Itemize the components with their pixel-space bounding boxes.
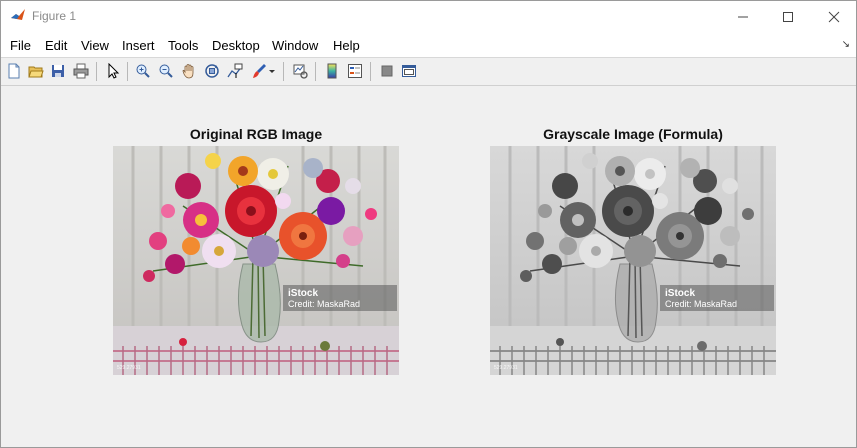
- colorbar-icon[interactable]: [322, 61, 342, 81]
- zoom-in-icon[interactable]: [133, 61, 153, 81]
- menu-help[interactable]: Help: [333, 38, 360, 53]
- watermark-id: 529.27931: [494, 365, 518, 371]
- figure-window: Figure 1 File Edit View Insert Tools Des…: [0, 0, 857, 448]
- plot-title-grayscale: Grayscale Image (Formula): [543, 126, 723, 142]
- link-plot-icon[interactable]: [291, 61, 311, 81]
- close-button[interactable]: [811, 1, 857, 32]
- flower-photo-color: [113, 146, 399, 375]
- watermark-credit: Credit: MaskaRad: [288, 299, 361, 309]
- plot-title-original: Original RGB Image: [189, 126, 323, 142]
- brush-icon[interactable]: [249, 61, 269, 81]
- brush-dropdown-icon[interactable]: [267, 61, 277, 81]
- menu-tools[interactable]: Tools: [168, 38, 198, 53]
- save-icon[interactable]: [48, 61, 68, 81]
- menu-edit[interactable]: Edit: [45, 38, 67, 53]
- watermark-id: 529.27931: [117, 365, 141, 371]
- watermark-brand: iStock: [288, 288, 319, 299]
- toolbar: [1, 57, 856, 86]
- legend-icon[interactable]: [345, 61, 365, 81]
- flower-photo-gray: [490, 146, 776, 375]
- original-rgb-image[interactable]: iStock Credit: MaskaRad 529.27931: [113, 146, 399, 375]
- grayscale-image[interactable]: iStock Credit: MaskaRad 529.27931: [490, 146, 776, 375]
- toolbar-separator: [315, 62, 316, 81]
- menu-dock-arrow-icon[interactable]: ↘: [842, 39, 850, 50]
- minimize-button[interactable]: [720, 1, 766, 32]
- print-icon[interactable]: [71, 61, 91, 81]
- window-title: Figure 1: [32, 9, 77, 23]
- matlab-icon: [10, 8, 26, 24]
- toolbar-separator: [370, 62, 371, 81]
- pan-icon[interactable]: [179, 61, 199, 81]
- menu-bar: File Edit View Insert Tools Desktop Wind…: [1, 32, 856, 57]
- hide-plot-tools-icon[interactable]: [377, 61, 397, 81]
- toolbar-separator: [96, 62, 97, 81]
- watermark-istock: iStock Credit: MaskaRad: [660, 285, 774, 311]
- data-cursor-icon[interactable]: [225, 61, 245, 81]
- rotate-3d-icon[interactable]: [202, 61, 222, 81]
- pointer-icon[interactable]: [103, 61, 123, 81]
- menu-file[interactable]: File: [10, 38, 31, 53]
- menu-desktop[interactable]: Desktop: [212, 38, 260, 53]
- title-bar: Figure 1: [1, 1, 856, 32]
- zoom-out-icon[interactable]: [156, 61, 176, 81]
- menu-insert[interactable]: Insert: [122, 38, 155, 53]
- toolbar-separator: [127, 62, 128, 81]
- maximize-button[interactable]: [765, 1, 811, 32]
- toolbar-separator: [283, 62, 284, 81]
- new-figure-icon[interactable]: [4, 61, 24, 81]
- watermark-brand: iStock: [665, 288, 696, 299]
- watermark-istock: iStock Credit: MaskaRad: [283, 285, 397, 311]
- watermark-credit: Credit: MaskaRad: [665, 299, 738, 309]
- menu-view[interactable]: View: [81, 38, 109, 53]
- show-plot-tools-icon[interactable]: [399, 61, 419, 81]
- menu-window[interactable]: Window: [272, 38, 318, 53]
- open-file-icon[interactable]: [26, 61, 46, 81]
